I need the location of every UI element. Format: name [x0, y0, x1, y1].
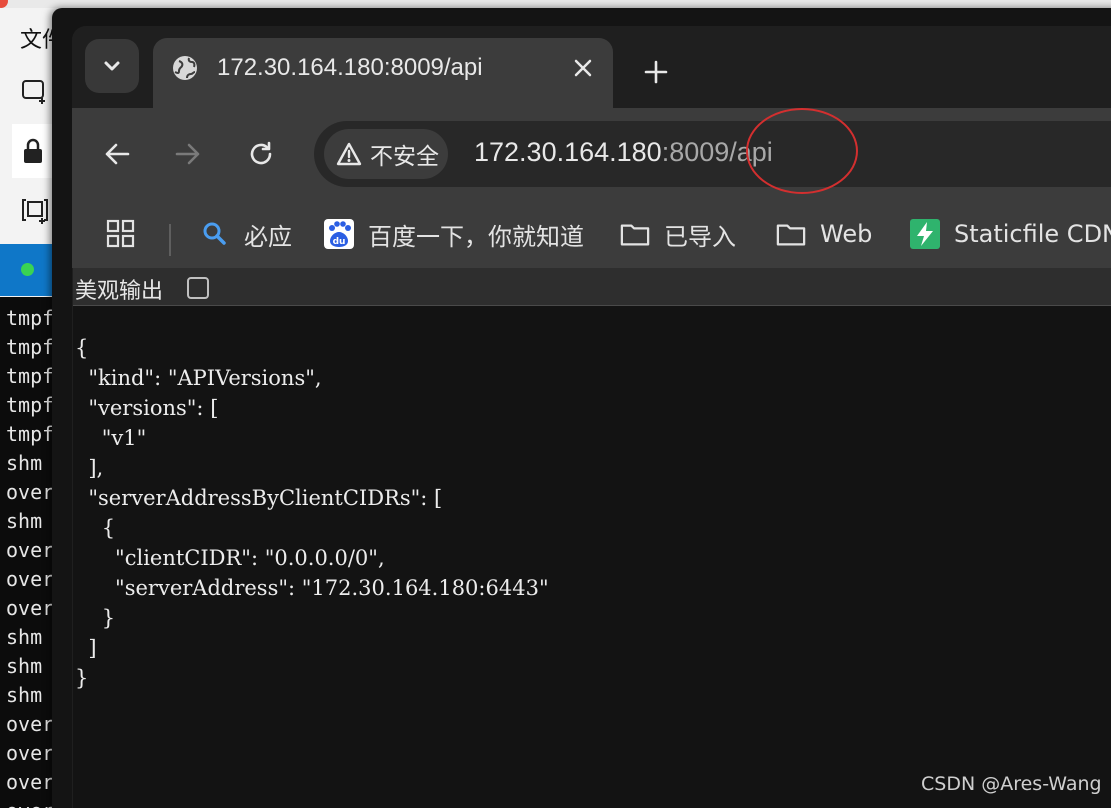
tab-title: 172.30.164.180:8009/api — [217, 54, 483, 81]
arrow-right-icon — [175, 143, 200, 165]
json-line: "serverAddress": "172.30.164.180:6443" — [75, 576, 549, 600]
terminal-line: tmpfs — [6, 364, 52, 388]
tab-close-button[interactable] — [567, 52, 599, 84]
svg-text:du: du — [333, 237, 346, 247]
terminal-line: overlay — [6, 480, 52, 504]
background-lock-cell — [12, 124, 54, 178]
chevron-down-icon — [104, 61, 120, 71]
terminal-line: tmpfs — [6, 422, 52, 446]
pretty-print-checkbox[interactable] — [187, 277, 209, 299]
json-line: { — [75, 336, 89, 360]
security-indicator[interactable]: 不安全 — [324, 129, 448, 179]
bookmark-staticfile[interactable]: Staticfile CDN — [910, 216, 1111, 252]
bookmark-bing[interactable]: 必应 — [200, 216, 292, 252]
apps-button[interactable] — [106, 216, 136, 252]
terminal-line: tmpfs — [6, 335, 52, 359]
baidu-icon: du — [324, 219, 354, 249]
lock-icon — [24, 138, 42, 163]
bookmark-label: 百度一下，你就知道 — [368, 222, 584, 251]
bookmark-baidu[interactable]: du 百度一下，你就知道 — [324, 216, 584, 252]
plus-icon — [644, 60, 668, 84]
terminal-line: tmpfs — [6, 393, 52, 417]
warning-triangle-icon — [336, 142, 362, 166]
background-title-bar — [0, 0, 1111, 8]
pretty-print-bar: 美观输出 — [73, 268, 1111, 306]
json-line: "clientCIDR": "0.0.0.0/0", — [75, 546, 385, 570]
terminal-line: overlay — [6, 797, 52, 808]
terminal-line: overlay — [6, 596, 52, 620]
terminal-line: overlay — [6, 770, 52, 794]
page-content: 美观输出 { "kind": "APIVersions", "versions"… — [73, 268, 1111, 808]
bookmark-folder-web[interactable]: Web — [776, 216, 872, 252]
tab-search-button[interactable] — [85, 39, 139, 93]
bookmark-label: Staticfile CDN — [954, 220, 1111, 248]
apps-grid-icon — [106, 219, 135, 248]
back-button[interactable] — [97, 134, 137, 174]
address-bar[interactable]: 不安全 172.30.164.180:8009/api — [314, 121, 1111, 187]
json-line: "versions": [ — [75, 396, 219, 420]
new-tab-icon[interactable] — [20, 76, 50, 106]
json-line: "v1" — [75, 426, 147, 450]
json-line: ] — [75, 636, 97, 660]
reload-icon — [250, 141, 272, 165]
navigation-toolbar: 不安全 172.30.164.180:8009/api — [72, 108, 1111, 198]
terminal-line: shm — [6, 625, 43, 649]
watermark: CSDN @Ares-Wang — [921, 773, 1102, 795]
terminal-line: shm — [6, 683, 43, 707]
terminal-line: shm — [6, 509, 43, 533]
connection-status-icon — [21, 263, 34, 276]
new-tab-button[interactable] — [638, 54, 674, 90]
url-text[interactable]: 172.30.164.180:8009/api — [474, 137, 773, 168]
pretty-print-label: 美观输出 — [75, 279, 164, 304]
terminal-line: tmpfs — [6, 306, 52, 330]
url-port: :8009 — [661, 137, 730, 167]
terminal-line: shm — [6, 451, 43, 475]
search-icon — [200, 219, 230, 249]
bookmark-label: Web — [820, 220, 873, 248]
terminal-line: overlay — [6, 538, 52, 562]
terminal-line: overlay — [6, 567, 52, 591]
close-icon — [574, 59, 592, 77]
staticfile-icon — [910, 219, 940, 249]
json-line: ], — [75, 456, 104, 480]
globe-icon — [173, 56, 197, 80]
bookmark-folder-imported[interactable]: 已导入 — [620, 216, 736, 252]
terminal-line: shm — [6, 654, 43, 678]
folder-icon — [776, 219, 806, 249]
forward-button[interactable] — [168, 134, 208, 174]
terminal-line: overlay — [6, 712, 52, 736]
bookmark-label: 必应 — [244, 222, 292, 251]
folder-icon — [620, 219, 650, 249]
annotation-circle — [746, 108, 858, 194]
bookmarks-bar: 必应 du 百度一下，你就知道 已导入 Web Staticfile CDN — [72, 198, 1111, 268]
json-line: "serverAddressByClientCIDRs": [ — [75, 486, 443, 510]
reload-button[interactable] — [241, 134, 281, 174]
bookmarks-separator — [169, 224, 171, 256]
arrow-left-icon — [105, 143, 130, 165]
tab-active[interactable]: 172.30.164.180:8009/api — [153, 38, 613, 108]
security-label: 不安全 — [370, 144, 439, 170]
tab-strip: 172.30.164.180:8009/api — [72, 26, 1111, 108]
json-line: } — [75, 606, 116, 630]
json-line: "kind": "APIVersions", — [75, 366, 322, 390]
json-response: { "kind": "APIVersions", "versions": [ "… — [75, 333, 549, 693]
json-line: { — [75, 516, 116, 540]
bookmark-label: 已导入 — [664, 222, 736, 251]
url-host: 172.30.164.180 — [474, 137, 662, 167]
json-line: } — [75, 666, 89, 690]
duplicate-tab-icon[interactable] — [20, 196, 50, 226]
terminal-line: overlay — [6, 741, 52, 765]
